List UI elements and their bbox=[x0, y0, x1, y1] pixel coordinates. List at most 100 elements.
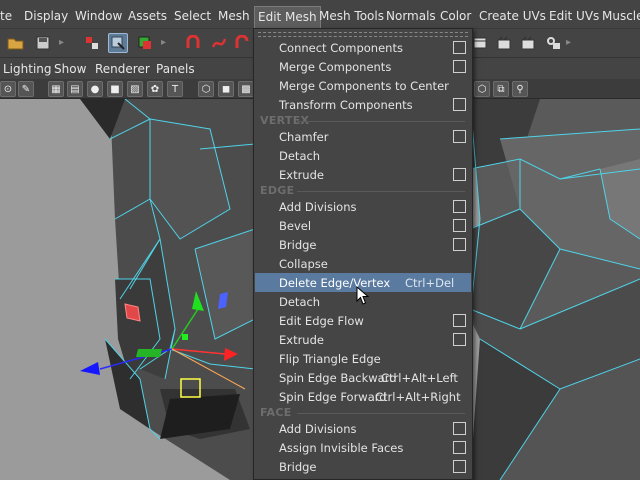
render-frame-icon[interactable] bbox=[494, 33, 514, 53]
flat-shade-icon[interactable]: ■ bbox=[107, 81, 123, 97]
edit-mesh-dropdown: Connect Components Merge Components Merg… bbox=[253, 28, 473, 480]
menu-item-label: Chamfer bbox=[279, 130, 329, 144]
menu-item-face-add-divisions[interactable]: Add Divisions bbox=[255, 419, 471, 438]
menu-create-uvs[interactable]: Create UVs bbox=[479, 8, 546, 25]
panel-menu-lighting[interactable]: Lighting bbox=[3, 62, 52, 76]
option-box-icon[interactable] bbox=[453, 98, 466, 111]
ipr-render-icon[interactable] bbox=[518, 33, 538, 53]
menu-window[interactable]: Window bbox=[75, 8, 122, 25]
menu-item-edge-extrude[interactable]: Extrude bbox=[255, 330, 471, 349]
option-box-icon[interactable] bbox=[453, 460, 466, 473]
option-box-icon[interactable] bbox=[453, 219, 466, 232]
menu-color[interactable]: Color bbox=[440, 8, 471, 25]
menu-item-label: Bridge bbox=[279, 460, 317, 474]
toolbar-separator-icon[interactable]: ▸ bbox=[566, 35, 572, 51]
snap-to-point-icon[interactable] bbox=[232, 33, 252, 53]
section-divider bbox=[297, 191, 465, 192]
menu-item-connect-components[interactable]: Connect Components bbox=[255, 38, 471, 57]
save-scene-icon[interactable] bbox=[33, 33, 53, 53]
option-box-icon[interactable] bbox=[453, 238, 466, 251]
textured-icon[interactable]: T bbox=[167, 81, 183, 97]
menu-item-edit-edge-flow[interactable]: Edit Edge Flow bbox=[255, 311, 471, 330]
menu-item-flip-triangle-edge[interactable]: Flip Triangle Edge bbox=[255, 349, 471, 368]
menu-item-merge-components[interactable]: Merge Components bbox=[255, 57, 471, 76]
tear-off-handle[interactable] bbox=[258, 32, 468, 37]
panel-menu-renderer[interactable]: Renderer bbox=[95, 62, 150, 76]
xray-joints-icon[interactable]: ⧉ bbox=[493, 81, 509, 97]
menu-item-edge-add-divisions[interactable]: Add Divisions bbox=[255, 197, 471, 216]
menu-item-label: Transform Components bbox=[279, 98, 413, 112]
menu-item-label: Spin Edge Forward bbox=[279, 390, 387, 404]
menu-edit-mesh[interactable]: Edit Mesh bbox=[254, 6, 321, 28]
select-by-object-icon[interactable] bbox=[135, 33, 155, 53]
option-box-icon[interactable] bbox=[453, 314, 466, 327]
menu-item-shortcut: Ctrl+Alt+Left bbox=[381, 371, 458, 385]
open-scene-icon[interactable] bbox=[6, 33, 26, 53]
shaded-cube-icon[interactable]: ◼ bbox=[218, 81, 234, 97]
menu-item-label: Assign Invisible Faces bbox=[279, 441, 404, 455]
menu-item-label: Add Divisions bbox=[279, 200, 357, 214]
section-label: FACE bbox=[260, 406, 292, 419]
render-settings-icon[interactable] bbox=[470, 33, 490, 53]
option-box-icon[interactable] bbox=[453, 200, 466, 213]
camera-attributes-icon[interactable]: ⊙ bbox=[0, 81, 16, 97]
wireframe-icon[interactable]: ▦ bbox=[48, 81, 64, 97]
menu-item-collapse[interactable]: Collapse bbox=[255, 254, 471, 273]
menu-select[interactable]: Select bbox=[174, 8, 211, 25]
option-box-icon[interactable] bbox=[453, 333, 466, 346]
checker-icon[interactable]: ▩ bbox=[238, 81, 254, 97]
menu-item-edge-bridge[interactable]: Bridge bbox=[255, 235, 471, 254]
menu-normals[interactable]: Normals bbox=[386, 8, 436, 25]
toolbar-separator-icon[interactable]: ▸ bbox=[161, 35, 167, 51]
grid-icon[interactable]: ▤ bbox=[67, 81, 83, 97]
menu-item-label: Delete Edge/Vertex bbox=[279, 276, 391, 290]
menu-item-label: Edit Edge Flow bbox=[279, 314, 364, 328]
menu-mesh-tools[interactable]: Mesh Tools bbox=[319, 8, 384, 25]
isolate-icon[interactable]: ⬡ bbox=[198, 81, 214, 97]
main-menubar: te Display Window Assets Select Mesh Edi… bbox=[0, 0, 640, 29]
menu-edit-uvs[interactable]: Edit UVs bbox=[549, 8, 599, 25]
option-box-icon[interactable] bbox=[453, 60, 466, 73]
node-graph-icon[interactable]: ⚲ bbox=[512, 81, 528, 97]
option-box-icon[interactable] bbox=[453, 422, 466, 435]
menu-item-shortcut: Ctrl+Del bbox=[405, 276, 455, 290]
menu-item-label: Bridge bbox=[279, 238, 317, 252]
menu-item-vertex-detach[interactable]: Detach bbox=[255, 146, 471, 165]
bookmark-pen-icon[interactable]: ✎ bbox=[18, 81, 34, 97]
menu-item-label: Extrude bbox=[279, 333, 324, 347]
option-box-icon[interactable] bbox=[453, 168, 466, 181]
menu-item-merge-components-to-center[interactable]: Merge Components to Center bbox=[255, 76, 471, 95]
select-by-hierarchy-icon[interactable] bbox=[82, 33, 102, 53]
menu-item-chamfer[interactable]: Chamfer bbox=[255, 127, 471, 146]
bounding-box-icon[interactable]: ⬡ bbox=[474, 81, 490, 97]
menu-item-label: Bevel bbox=[279, 219, 312, 233]
menu-item-face-bridge[interactable]: Bridge bbox=[255, 457, 471, 476]
menu-create[interactable]: te bbox=[0, 8, 12, 25]
menu-item-label: Detach bbox=[279, 149, 321, 163]
xray-icon[interactable]: ▨ bbox=[127, 81, 143, 97]
option-box-icon[interactable] bbox=[453, 130, 466, 143]
render-view-gear-icon[interactable] bbox=[543, 33, 563, 53]
menu-item-spin-edge-backward[interactable]: Spin Edge Backward Ctrl+Alt+Left bbox=[255, 368, 471, 387]
menu-item-label: Flip Triangle Edge bbox=[279, 352, 381, 366]
snap-to-grid-icon[interactable] bbox=[183, 33, 203, 53]
smooth-shade-icon[interactable]: ● bbox=[87, 81, 103, 97]
panel-menu-panels[interactable]: Panels bbox=[156, 62, 195, 76]
toolbar-separator-icon[interactable]: ▸ bbox=[59, 35, 65, 51]
menu-item-label: Connect Components bbox=[279, 41, 403, 55]
snap-to-curve-icon[interactable] bbox=[209, 33, 229, 53]
lights-icon[interactable]: ✿ bbox=[147, 81, 163, 97]
menu-item-label: Detach bbox=[279, 295, 321, 309]
menu-item-assign-invisible-faces[interactable]: Assign Invisible Faces bbox=[255, 438, 471, 457]
menu-display[interactable]: Display bbox=[24, 8, 68, 25]
menu-assets[interactable]: Assets bbox=[128, 8, 167, 25]
option-box-icon[interactable] bbox=[453, 441, 466, 454]
menu-muscle[interactable]: Muscle bbox=[602, 8, 640, 25]
option-box-icon[interactable] bbox=[453, 41, 466, 54]
menu-item-bevel[interactable]: Bevel bbox=[255, 216, 471, 235]
menu-item-label: Extrude bbox=[279, 168, 324, 182]
menu-mesh[interactable]: Mesh bbox=[218, 8, 250, 25]
menu-item-label: Collapse bbox=[279, 257, 328, 271]
panel-menu-show[interactable]: Show bbox=[54, 62, 86, 76]
select-by-component-icon[interactable] bbox=[108, 33, 128, 53]
